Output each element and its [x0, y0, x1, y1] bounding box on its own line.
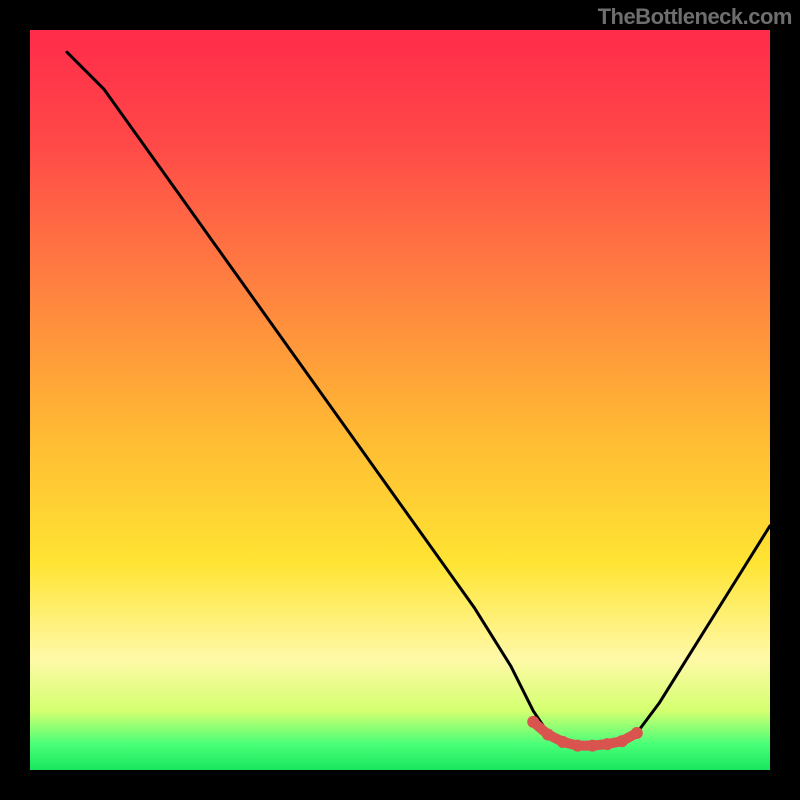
marker-dot — [542, 729, 554, 741]
marker-dot — [631, 727, 643, 739]
bottleneck-chart: TheBottleneck.com — [0, 0, 800, 800]
marker-dot — [586, 740, 598, 752]
marker-dot — [616, 735, 628, 747]
marker-dot — [572, 740, 584, 752]
marker-dot — [557, 736, 569, 748]
watermark-label: TheBottleneck.com — [598, 4, 792, 30]
marker-dot — [601, 738, 613, 750]
marker-dot — [527, 716, 539, 728]
chart-canvas — [0, 0, 800, 800]
